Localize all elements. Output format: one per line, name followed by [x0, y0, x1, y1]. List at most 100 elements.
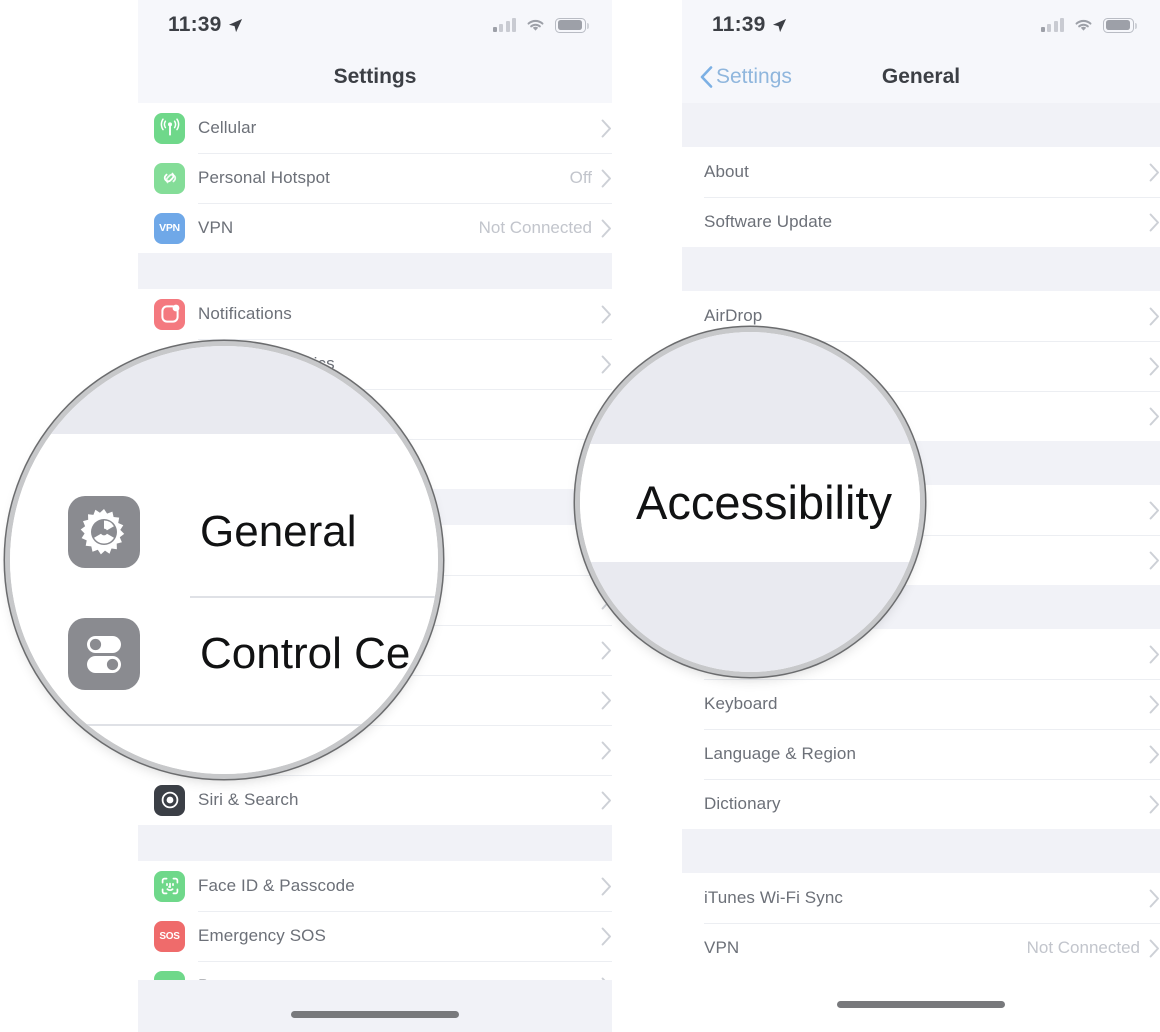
chevron-right-icon: [601, 877, 612, 896]
list-item-value: Not Connected: [1026, 938, 1140, 957]
chevron-right-icon: [601, 791, 612, 810]
page-title: Settings: [333, 64, 417, 88]
chevron-right-icon: [1149, 745, 1160, 764]
list-item[interactable]: Dictionary: [682, 779, 1160, 829]
notifications-icon: [154, 298, 185, 330]
group-gap: [138, 253, 612, 289]
magnifier-left: General Control Ce: [10, 346, 438, 774]
chevron-right-icon: [601, 927, 612, 946]
loupe-group-gap: [10, 346, 438, 434]
wifi-icon: [527, 19, 544, 31]
chevron-right-icon: [1149, 501, 1160, 520]
status-bar-indicators: [492, 17, 590, 33]
list-item-label: Emergency SOS: [198, 926, 326, 945]
chevron-right-icon: [1149, 407, 1160, 426]
group-gap: [682, 829, 1160, 873]
list-item-label: Siri & Search: [198, 790, 299, 809]
back-button[interactable]: Settings: [682, 65, 792, 89]
list-item[interactable]: iTunes Wi-Fi Sync: [682, 873, 1160, 923]
settings-group: Cellular Personal Hotspot Off VPN VPN Not Con…: [138, 103, 612, 253]
list-item[interactable]: VPN VPN Not Connected: [138, 203, 612, 253]
list-item[interactable]: SOS Emergency SOS: [138, 911, 612, 961]
siri-icon: [154, 784, 185, 816]
vpn-icon: VPN: [154, 212, 185, 244]
loupe-general-label: General: [200, 507, 357, 556]
home-indicator-area-left: [138, 980, 612, 1032]
list-item[interactable]: Notifications: [138, 289, 612, 339]
list-item-label: Personal Hotspot: [198, 168, 331, 187]
home-indicator[interactable]: [291, 1011, 459, 1018]
list-item-label: Language & Region: [704, 744, 856, 763]
status-bar-indicators-right: [1040, 17, 1138, 33]
list-item[interactable]: About: [682, 147, 1160, 197]
list-item-label: AirDrop: [704, 306, 763, 325]
chevron-right-icon: [601, 741, 612, 760]
list-item-label: Cellular: [198, 118, 257, 137]
home-indicator-area-right: [682, 980, 1160, 1032]
list-item-label: iTunes Wi-Fi Sync: [704, 888, 843, 907]
loupe-accessibility-label: Accessibility: [636, 476, 892, 529]
battery-icon: [1103, 17, 1138, 33]
status-bar-time-group: 11:39: [168, 13, 243, 37]
gear-icon: [68, 496, 140, 568]
loupe-rows-area: [10, 434, 438, 774]
home-indicator[interactable]: [837, 1001, 1005, 1008]
list-item[interactable]: Cellular: [138, 103, 612, 153]
location-arrow-icon: [228, 18, 242, 32]
loupe-row-control-center[interactable]: Control Ce: [68, 618, 410, 690]
status-bar-time: 11:39: [168, 13, 222, 36]
list-item-label: Software Update: [704, 212, 833, 231]
loupe-separator: [70, 724, 438, 726]
list-item-label: VPN: [198, 218, 234, 237]
cellular-bars-icon: [1040, 18, 1064, 32]
navigation-bar-left: Settings: [138, 50, 612, 103]
list-item-label: Face ID & Passcode: [198, 876, 355, 895]
face-id-icon: [154, 870, 185, 902]
chevron-right-icon: [1149, 645, 1160, 664]
chevron-right-icon: [1149, 551, 1160, 570]
status-bar-time: 11:39: [712, 13, 766, 36]
chevron-right-icon: [601, 305, 612, 324]
loupe-separator: [190, 596, 438, 598]
list-item[interactable]: Keyboard: [682, 679, 1160, 729]
list-item[interactable]: VPN Not Connected: [682, 923, 1160, 973]
chevron-right-icon: [601, 691, 612, 710]
loupe-control-center-label: Control Ce: [200, 629, 411, 678]
loupe-row-general[interactable]: General: [68, 496, 357, 568]
chevron-right-icon: [1149, 307, 1160, 326]
list-item[interactable]: Software Update: [682, 197, 1160, 247]
list-item[interactable]: Language & Region: [682, 729, 1160, 779]
chevron-right-icon: [601, 169, 612, 188]
settings-group: iTunes Wi-Fi Sync VPN Not Connected: [682, 873, 1160, 973]
sos-icon: SOS: [154, 920, 185, 952]
chevron-right-icon: [1149, 695, 1160, 714]
group-gap: [682, 103, 1160, 147]
control-center-icon: [68, 618, 140, 690]
cellular-bars-icon: [492, 18, 516, 32]
battery-icon: [555, 17, 590, 33]
list-item[interactable]: Face ID & Passcode: [138, 861, 612, 911]
list-item-label: VPN: [704, 938, 740, 957]
status-bar-right: 11:39: [682, 0, 1160, 50]
list-item[interactable]: Siri & Search: [138, 775, 612, 825]
list-item-label: Dictionary: [704, 794, 781, 813]
chevron-right-icon: [1149, 213, 1160, 232]
magnifier-right: Accessibility: [580, 332, 920, 672]
list-item-label: Keyboard: [704, 694, 778, 713]
chevron-right-icon: [601, 219, 612, 238]
list-item[interactable]: Personal Hotspot Off: [138, 153, 612, 203]
loupe-group-gap-top: [580, 332, 920, 444]
chevron-right-icon: [1149, 357, 1160, 376]
list-item-value: Off: [569, 168, 592, 187]
chevron-right-icon: [1149, 939, 1160, 958]
hotspot-link-icon: [154, 162, 185, 194]
list-item-label: Notifications: [198, 304, 292, 323]
chevron-right-icon: [1149, 795, 1160, 814]
status-bar-time-group-right: 11:39: [712, 13, 787, 37]
navigation-bar-right: Settings General: [682, 50, 1160, 103]
settings-group: About Software Update: [682, 147, 1160, 247]
screenshot-root: 11:39 Settings Cellular Personal Hotspot O…: [0, 0, 1160, 1032]
chevron-left-icon: [700, 65, 713, 88]
loupe-group-gap-bottom: [580, 562, 920, 672]
wifi-icon: [1075, 19, 1092, 31]
